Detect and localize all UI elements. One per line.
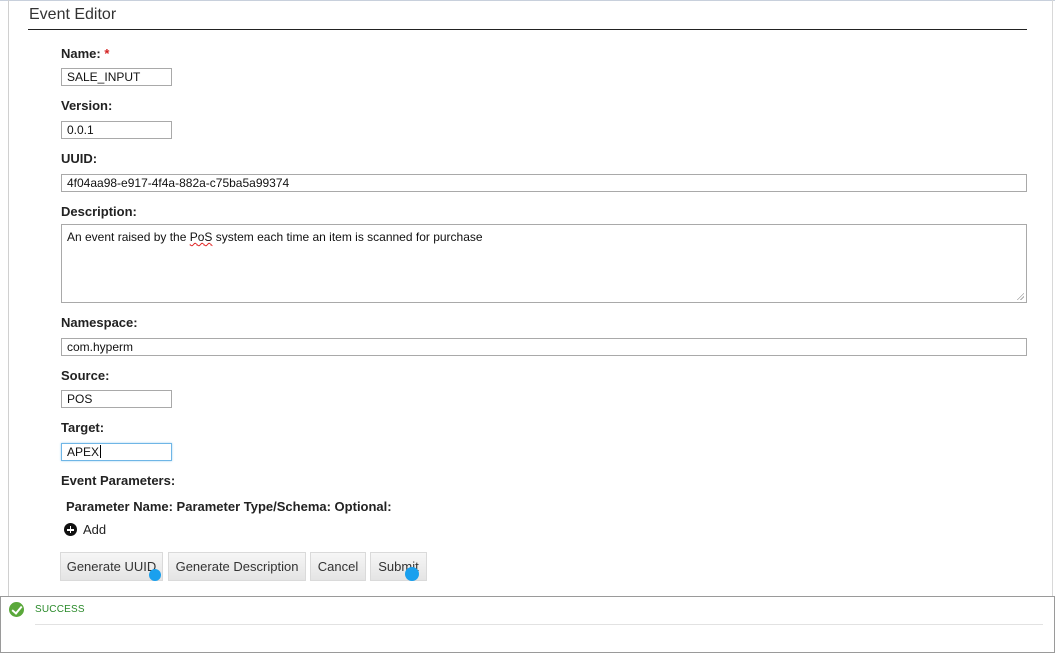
source-label: Source: [61, 368, 110, 383]
target-label: Target: [61, 420, 105, 435]
status-divider [35, 624, 1043, 625]
target-value: APEX [67, 445, 100, 459]
title-divider [28, 29, 1027, 30]
namespace-input[interactable]: com.hyperm [61, 338, 1027, 356]
spellcheck-flagged-word: PoS [189, 230, 213, 244]
status-panel: SUCCESS [0, 596, 1055, 653]
description-label: Description: [61, 204, 137, 219]
panel-right-border [1052, 0, 1053, 596]
parameter-table-header: Parameter Name: Parameter Type/Schema: O… [66, 499, 392, 514]
add-parameter-label: Add [83, 522, 107, 537]
status-message: SUCCESS [35, 604, 85, 615]
click-marker-generate-uuid [149, 569, 161, 581]
generate-uuid-button[interactable]: Generate UUID [60, 552, 163, 581]
name-label-text: Name: [61, 46, 101, 61]
namespace-label: Namespace: [61, 315, 138, 330]
add-parameter-button[interactable]: Add [64, 522, 106, 537]
panel-left-border [8, 0, 9, 596]
version-label: Version: [61, 98, 113, 113]
check-circle-icon [9, 602, 24, 617]
version-input[interactable]: 0.0.1 [61, 121, 172, 139]
resize-grip-icon[interactable] [1016, 292, 1024, 300]
generate-description-button[interactable]: Generate Description [168, 552, 306, 581]
uuid-input[interactable]: 4f04aa98-e917-4f4a-882a-c75ba5a99374 [61, 174, 1027, 192]
source-input[interactable]: POS [61, 390, 172, 408]
plus-circle-icon [64, 523, 77, 536]
uuid-label: UUID: [61, 151, 98, 166]
name-label: Name: * [61, 46, 109, 61]
page-title: Event Editor [29, 6, 117, 23]
target-input[interactable]: APEX [61, 443, 172, 461]
required-marker: * [104, 46, 110, 61]
click-marker-submit [405, 567, 419, 581]
name-input[interactable]: SALE_INPUT [61, 68, 172, 86]
description-text-end: system each time an item is scanned for … [212, 230, 483, 244]
window-top-border [0, 0, 1055, 1]
cancel-button[interactable]: Cancel [310, 552, 366, 581]
description-textarea[interactable]: An event raised by the PoS system each t… [61, 224, 1027, 303]
event-parameters-label: Event Parameters: [61, 473, 176, 488]
description-text-start: An event raised by the [67, 230, 190, 244]
text-cursor [100, 445, 102, 458]
